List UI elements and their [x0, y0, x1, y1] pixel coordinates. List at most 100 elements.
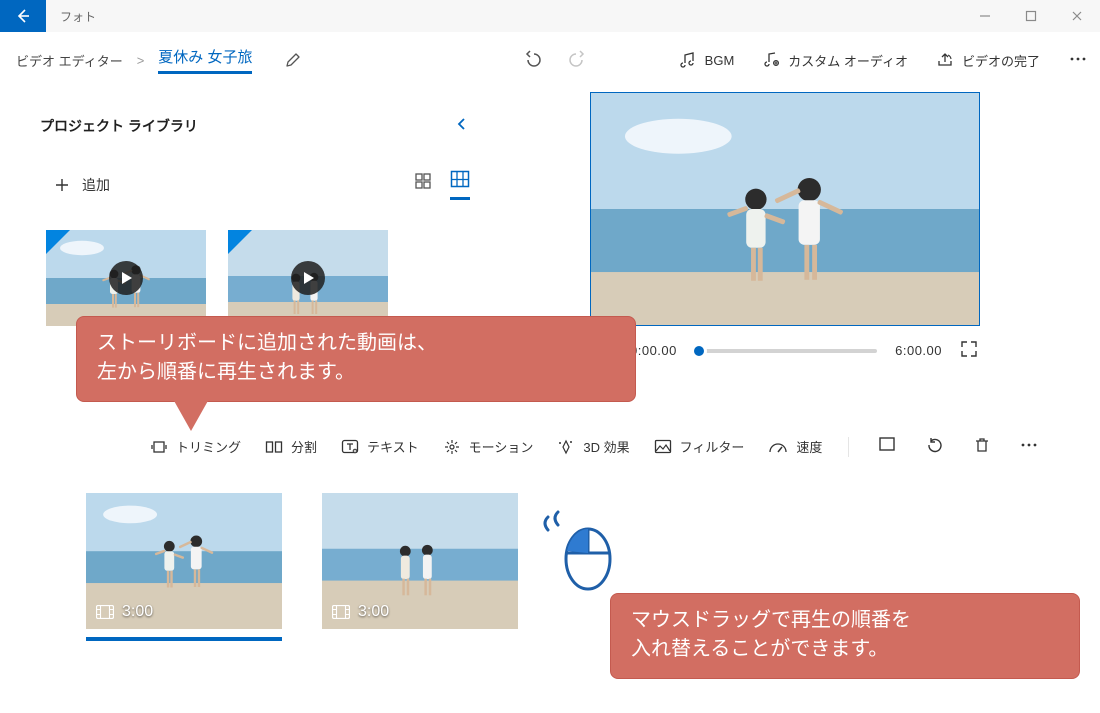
undo-button[interactable] [521, 50, 541, 71]
play-overlay-icon [291, 261, 325, 295]
window-maximize-button[interactable] [1008, 0, 1054, 32]
trim-label: トリミング [176, 437, 241, 456]
add-media-button[interactable]: 追加 [54, 175, 110, 195]
more-icon [1068, 50, 1088, 68]
play-overlay-icon [109, 261, 143, 295]
grid-small-icon [414, 172, 432, 190]
breadcrumb: ビデオ エディター > 夏休み 女子旅 [16, 46, 302, 74]
minimize-icon [979, 10, 991, 22]
custom-audio-label: カスタム オーディオ [788, 51, 908, 70]
library-item[interactable] [46, 230, 206, 326]
bgm-label: BGM [705, 53, 735, 68]
custom-audio-icon [762, 51, 780, 69]
bgm-button[interactable]: BGM [679, 51, 735, 69]
overflow-top-button[interactable] [1068, 50, 1088, 71]
plus-icon [54, 177, 70, 193]
chevron-left-icon [456, 117, 468, 131]
resize-button[interactable] [875, 436, 899, 457]
motion-button[interactable]: モーション [443, 437, 534, 456]
mouse-drag-illustration [540, 505, 620, 598]
finish-video-button[interactable]: ビデオの完了 [936, 51, 1040, 70]
speed-button[interactable]: 速度 [768, 437, 822, 456]
breadcrumb-sep: > [137, 53, 145, 68]
fullscreen-icon [960, 340, 978, 358]
filter-label: フィルター [680, 437, 745, 456]
mouse-icon [540, 505, 620, 595]
arrow-left-icon [15, 8, 31, 24]
back-button[interactable] [0, 0, 46, 32]
project-title[interactable]: 夏休み 女子旅 [158, 46, 252, 74]
video-badge-icon [46, 230, 70, 254]
film-icon [332, 605, 350, 619]
crop-icon [877, 436, 897, 454]
library-thumbnails [0, 200, 500, 326]
storyboard-clip[interactable]: 3:00 [322, 493, 518, 629]
close-icon [1071, 10, 1083, 22]
speed-label: 速度 [796, 437, 822, 456]
text-icon [341, 439, 359, 455]
add-media-label: 追加 [82, 175, 110, 195]
player-current-time: 0:00.00 [630, 343, 677, 358]
fullscreen-button[interactable] [960, 340, 978, 361]
trash-icon [973, 436, 991, 454]
rename-project-button[interactable] [284, 51, 302, 69]
clip-duration: 3:00 [122, 603, 153, 621]
rotate-icon [925, 436, 945, 454]
rotate-button[interactable] [923, 436, 947, 457]
view-large-grid-button[interactable] [450, 170, 470, 200]
filter-icon [654, 439, 672, 455]
text-button[interactable]: テキスト [341, 437, 419, 456]
trim-icon [150, 439, 168, 455]
toolstrip: トリミング 分割 テキスト モーション 3D 効果 [0, 418, 1100, 469]
callout1-line2: 左から順番に再生されます。 [97, 358, 615, 387]
overflow-tools-button[interactable] [1017, 436, 1041, 457]
toolstrip-divider [848, 437, 849, 457]
collapse-library-button[interactable] [456, 117, 472, 136]
grid-large-icon [450, 170, 470, 188]
tutorial-callout-2: マウスドラッグで再生の順番を 入れ替えることができます。 [610, 593, 1080, 679]
app-title: フォト [46, 8, 96, 25]
clip-duration: 3:00 [358, 603, 389, 621]
project-library-title: プロジェクト ライブラリ [40, 116, 198, 136]
motion-icon [443, 438, 461, 456]
callout2-line2: 入れ替えることができます。 [631, 635, 1059, 664]
player-seek-slider[interactable] [695, 349, 877, 353]
text-label: テキスト [367, 437, 419, 456]
seek-knob-icon [691, 343, 707, 359]
sparkle-icon [557, 438, 575, 456]
more-icon [1019, 436, 1039, 454]
library-item[interactable] [228, 230, 388, 326]
video-badge-icon [228, 230, 252, 254]
tutorial-callout-1: ストーリボードに追加された動画は、 左から順番に再生されます。 [76, 316, 636, 402]
filter-button[interactable]: フィルター [654, 437, 745, 456]
callout2-line1: マウスドラッグで再生の順番を [631, 606, 1059, 635]
preview-frame[interactable] [590, 92, 980, 326]
callout1-line1: ストーリボードに追加された動画は、 [97, 329, 615, 358]
custom-audio-button[interactable]: カスタム オーディオ [762, 51, 908, 70]
split-label: 分割 [291, 437, 317, 456]
split-icon [265, 439, 283, 455]
export-icon [936, 51, 954, 69]
redo-icon [569, 50, 589, 68]
breadcrumb-root[interactable]: ビデオ エディター [16, 51, 123, 70]
trim-button[interactable]: トリミング [150, 437, 241, 456]
music-icon [679, 51, 697, 69]
top-actions: BGM カスタム オーディオ ビデオの完了 [521, 50, 1088, 71]
speed-icon [768, 439, 788, 455]
top-row: ビデオ エディター > 夏休み 女子旅 [0, 32, 1100, 88]
window-close-button[interactable] [1054, 0, 1100, 32]
3d-effects-button[interactable]: 3D 効果 [557, 437, 629, 456]
storyboard-clip[interactable]: 3:00 [86, 493, 282, 629]
film-icon [96, 605, 114, 619]
3d-effects-label: 3D 効果 [583, 437, 629, 456]
view-small-grid-button[interactable] [414, 172, 432, 199]
pencil-icon [284, 51, 302, 69]
player-controls: 0:00.00 6:00.00 [590, 326, 980, 361]
motion-label: モーション [469, 437, 534, 456]
redo-button[interactable] [569, 50, 589, 71]
finish-video-label: ビデオの完了 [962, 51, 1040, 70]
window-minimize-button[interactable] [962, 0, 1008, 32]
delete-button[interactable] [971, 436, 993, 457]
split-button[interactable]: 分割 [265, 437, 317, 456]
maximize-icon [1025, 10, 1037, 22]
